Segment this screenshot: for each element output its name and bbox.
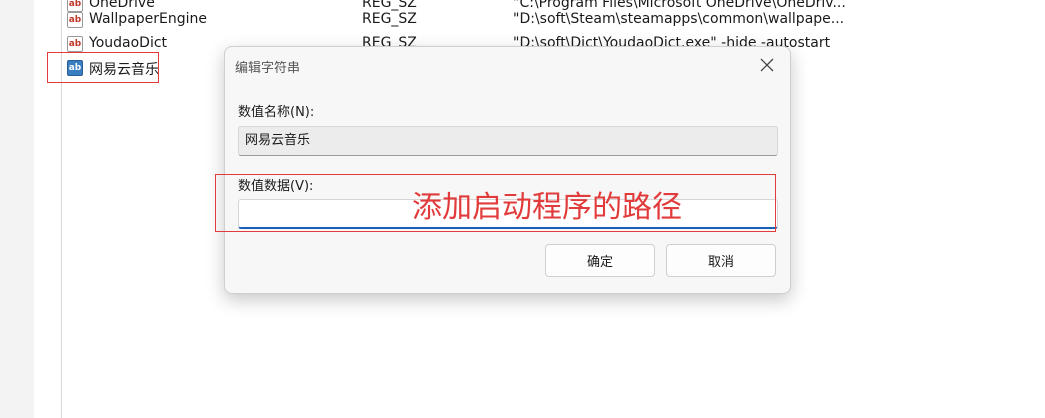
value-name-field: 网易云音乐: [238, 126, 778, 156]
close-button[interactable]: [752, 51, 782, 79]
highlight-box-value-name: [47, 52, 159, 83]
left-panel-edge: [0, 0, 34, 418]
dialog-title: 编辑字符串: [235, 61, 301, 76]
cancel-button[interactable]: 取消: [666, 244, 776, 277]
close-icon: [760, 58, 774, 72]
string-value-icon: ab: [67, 12, 83, 28]
string-value-icon: ab: [67, 36, 83, 52]
value-name-label: 数值名称(N):: [238, 105, 315, 120]
value-data: "D:\soft\Steam\steamapps\common\wallpape…: [513, 11, 845, 27]
registry-row[interactable]: ab WallpaperEngine REG_SZ "D:\soft\Steam…: [64, 9, 1045, 33]
ok-button[interactable]: 确定: [545, 244, 655, 277]
value-type: REG_SZ: [362, 11, 417, 27]
edit-string-dialog: 编辑字符串 数值名称(N): 网易云音乐 数值数据(V): 确定 取消: [224, 46, 791, 294]
annotation-text: 添加启动程序的路径: [412, 190, 682, 225]
value-name: WallpaperEngine: [89, 11, 208, 27]
value-name: YoudaoDict: [89, 35, 168, 51]
